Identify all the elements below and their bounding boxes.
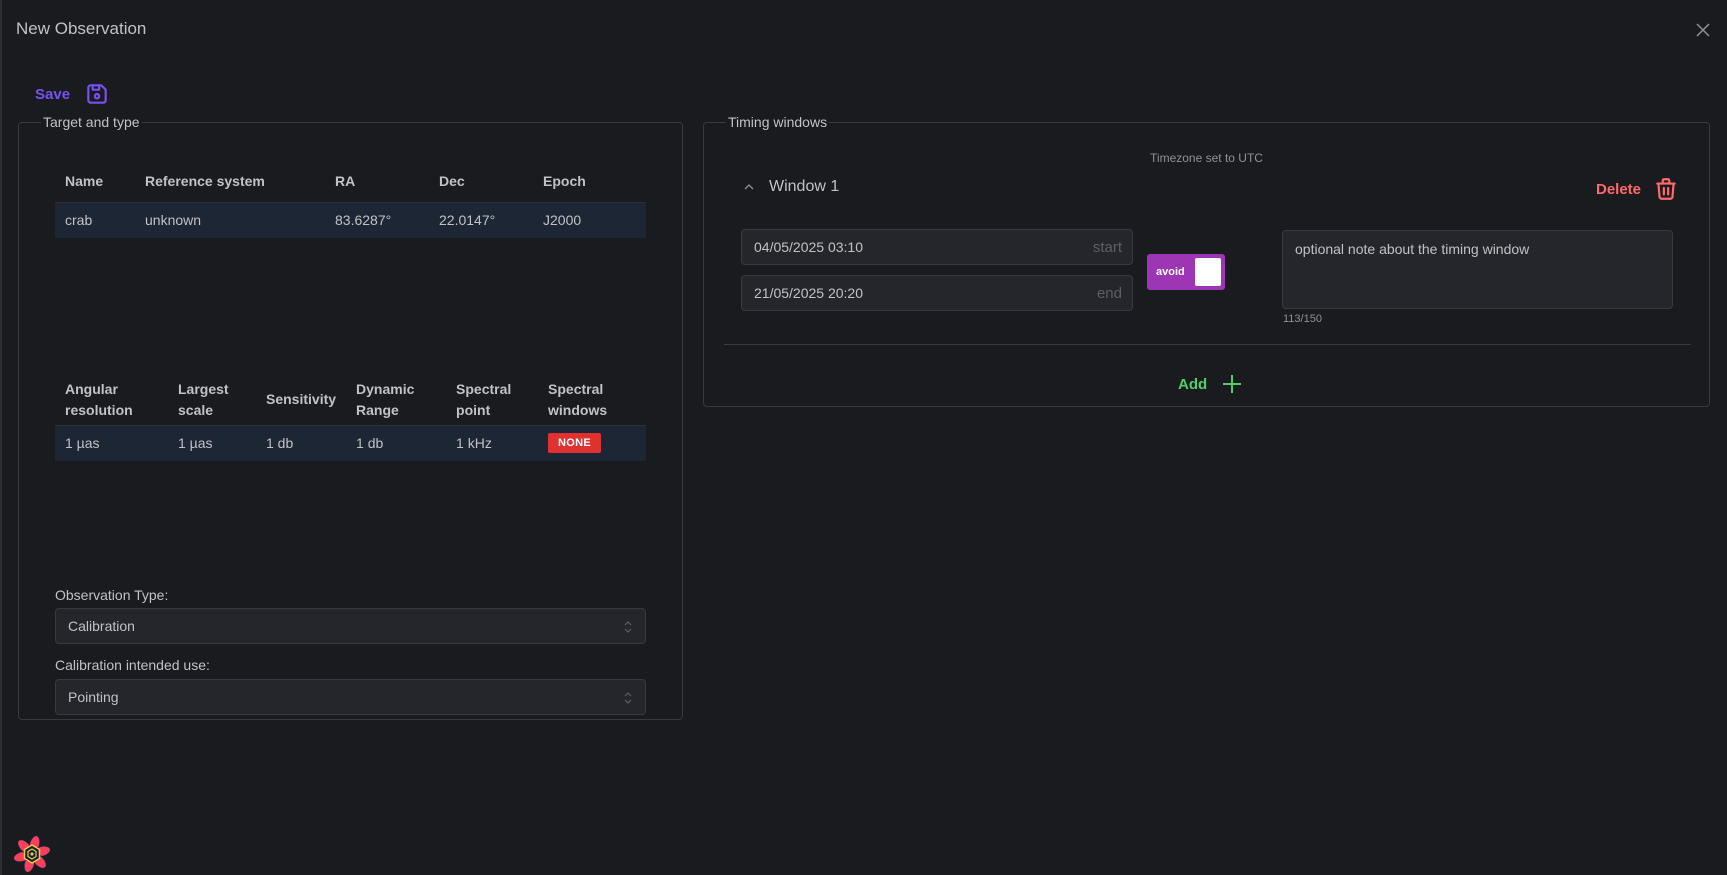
- column-header: RA: [335, 172, 356, 189]
- chevron-up-down-icon: [624, 692, 632, 704]
- start-suffix: start: [1092, 238, 1122, 256]
- dec-cell: 22.0147°: [429, 202, 533, 238]
- modal-title: New Observation: [16, 19, 147, 38]
- end-datetime-value: 21/05/2025 20:20: [754, 285, 863, 301]
- save-button[interactable]: Save: [35, 80, 110, 108]
- window-title: Window 1: [769, 178, 840, 195]
- reference-system-cell: unknown: [135, 202, 325, 238]
- target-table: Name Reference system RA Dec Epoch crab …: [55, 160, 646, 238]
- add-window-button[interactable]: Add: [1178, 373, 1243, 395]
- largest-scale-cell: 1 µas: [168, 425, 256, 461]
- start-datetime-input[interactable]: 04/05/2025 03:10 start: [741, 229, 1133, 265]
- close-button[interactable]: [1694, 21, 1712, 39]
- window-note-textarea[interactable]: [1282, 230, 1673, 309]
- column-header: Largest scale: [178, 380, 229, 418]
- column-header: Dec: [439, 172, 465, 189]
- dynamic-range-cell: 1 db: [346, 425, 447, 461]
- observation-type-value: Calibration: [68, 618, 135, 634]
- timezone-note: Timezone set to UTC: [1150, 151, 1263, 165]
- performance-table: Angular resolution Largest scale Sensitivi…: [55, 375, 646, 461]
- column-header: Reference system: [145, 172, 265, 189]
- column-header: Spectral point: [456, 380, 512, 418]
- ra-cell: 83.6287°: [325, 202, 429, 238]
- observation-type-select[interactable]: Calibration: [55, 608, 646, 644]
- end-datetime-input[interactable]: 21/05/2025 20:20 end: [741, 275, 1133, 311]
- timing-windows-panel: Timing windows Timezone set to UTC Windo…: [703, 114, 1710, 407]
- target-and-type-panel: Target and type Name Reference system RA…: [18, 114, 683, 720]
- divider: [724, 344, 1691, 345]
- target-name-cell: crab: [55, 202, 135, 238]
- column-header: Epoch: [543, 172, 586, 189]
- calibration-use-value: Pointing: [68, 689, 119, 705]
- performance-table-header: Angular resolution Largest scale Sensitivi…: [55, 375, 646, 425]
- column-header: Angular resolution: [65, 380, 133, 418]
- add-label: Add: [1178, 375, 1208, 393]
- timing-panel-legend: Timing windows: [728, 114, 828, 130]
- plus-icon: [1223, 375, 1242, 393]
- column-header: Name: [65, 172, 104, 189]
- sensitivity-cell: 1 db: [256, 425, 347, 461]
- avoid-toggle[interactable]: avoid: [1147, 254, 1225, 290]
- column-header: Dynamic Range: [356, 380, 415, 418]
- calibration-use-label: Calibration intended use:: [55, 657, 210, 673]
- close-icon: [1696, 23, 1710, 37]
- spectral-point-cell: 1 kHz: [446, 425, 539, 461]
- column-header: Spectral windows: [548, 380, 608, 418]
- floppy-disk-icon: [87, 84, 107, 104]
- status-badge: NONE: [548, 433, 602, 454]
- delete-window-button[interactable]: Delete: [1596, 176, 1679, 202]
- toggle-thumb: [1195, 258, 1221, 286]
- save-label: Save: [35, 85, 71, 103]
- char-count: 113/150: [1283, 313, 1322, 325]
- avoid-label: avoid: [1156, 266, 1185, 278]
- delete-label: Delete: [1596, 180, 1642, 198]
- app-logo-icon: [13, 835, 51, 873]
- modal-edge: [0, 0, 2, 875]
- target-panel-legend: Target and type: [43, 114, 140, 130]
- spectral-windows-cell: NONE: [538, 425, 646, 461]
- observation-type-label: Observation Type:: [55, 587, 169, 603]
- angular-resolution-cell: 1 µas: [55, 425, 168, 461]
- trash-icon: [1656, 178, 1676, 200]
- target-table-header: Name Reference system RA Dec Epoch: [55, 160, 646, 202]
- end-suffix: end: [1096, 284, 1122, 302]
- start-datetime-value: 04/05/2025 03:10: [754, 239, 863, 255]
- column-header: Sensitivity: [266, 391, 337, 408]
- calibration-use-select[interactable]: Pointing: [55, 679, 646, 715]
- window-1-toggle[interactable]: Window 1: [743, 178, 839, 196]
- chevron-up-icon: [744, 184, 754, 190]
- table-row[interactable]: crab unknown 83.6287° 22.0147° J2000: [55, 202, 646, 238]
- chevron-up-down-icon: [624, 621, 632, 633]
- epoch-cell: J2000: [533, 202, 646, 238]
- table-row[interactable]: 1 µas 1 µas 1 db 1 db 1 kHz NONE: [55, 425, 646, 461]
